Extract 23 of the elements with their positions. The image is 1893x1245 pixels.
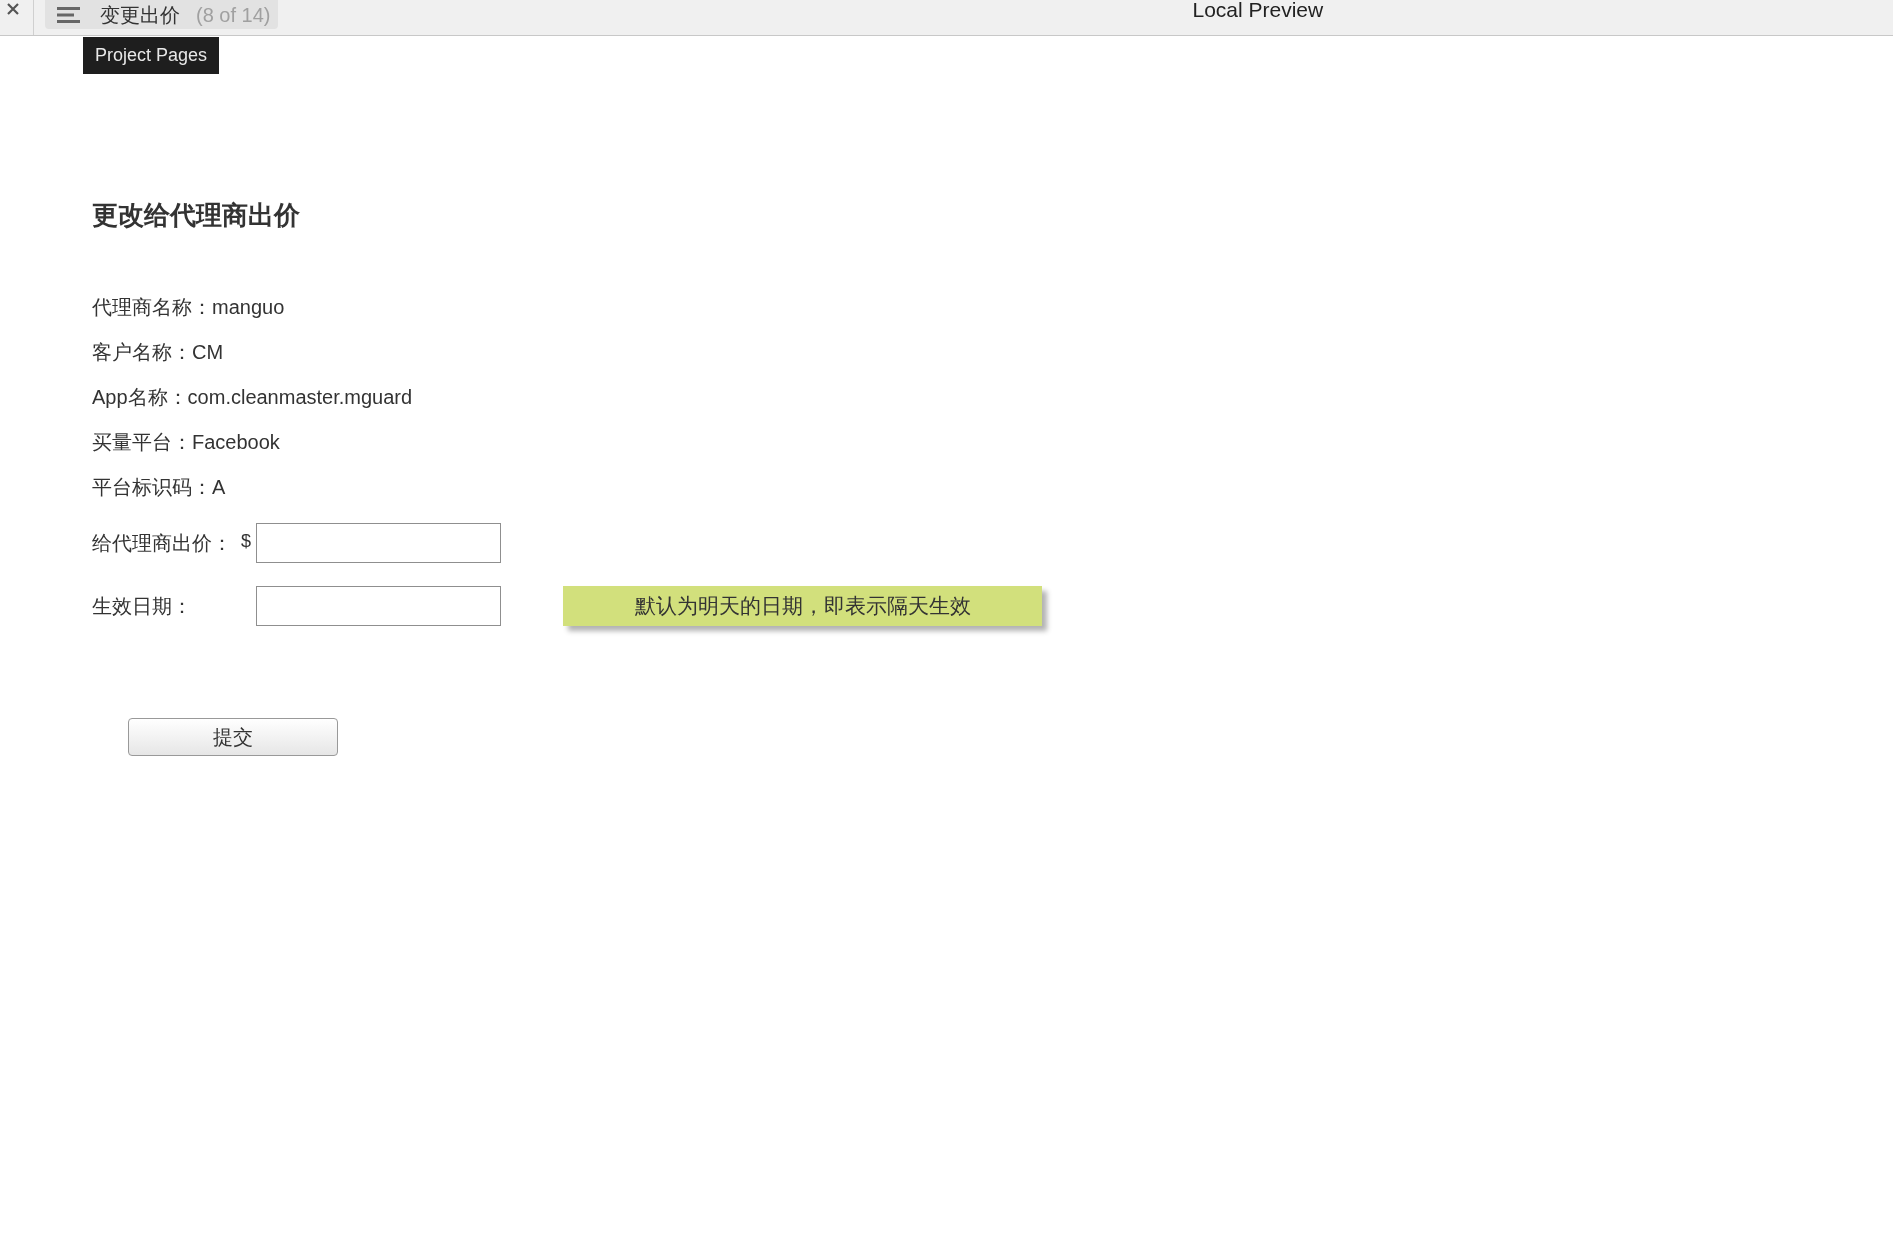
detail-label: 代理商名称： <box>92 295 212 319</box>
page-heading: 更改给代理商出价 <box>92 199 300 231</box>
hint-note: 默认为明天的日期，即表示隔天生效 <box>563 586 1042 626</box>
detail-label: 客户名称： <box>92 340 192 364</box>
menu-icon <box>57 6 80 23</box>
detail-value: A <box>212 475 226 499</box>
window-title: Local Preview <box>1192 0 1324 20</box>
field-label: 生效日期： <box>92 594 193 618</box>
tooltip: Project Pages <box>83 37 220 74</box>
close-icon[interactable] <box>7 3 19 15</box>
detail-value: CM <box>192 340 224 364</box>
detail-value: com.cleanmaster.mguard <box>187 385 413 409</box>
detail-label: 买量平台： <box>92 430 192 454</box>
detail-value: Facebook <box>192 430 280 454</box>
detail-value: manguo <box>212 295 285 319</box>
input-field[interactable] <box>256 523 501 563</box>
detail-label: App名称： <box>92 385 188 409</box>
field-label: 给代理商出价： <box>92 531 233 555</box>
submit-button[interactable]: 提交 <box>128 718 338 756</box>
currency-symbol: $ <box>241 530 251 552</box>
input-field[interactable] <box>256 586 501 626</box>
page-selector-button[interactable]: 变更出价 (8 of 14) <box>45 0 279 29</box>
detail-label: 平台标识码： <box>92 475 212 499</box>
